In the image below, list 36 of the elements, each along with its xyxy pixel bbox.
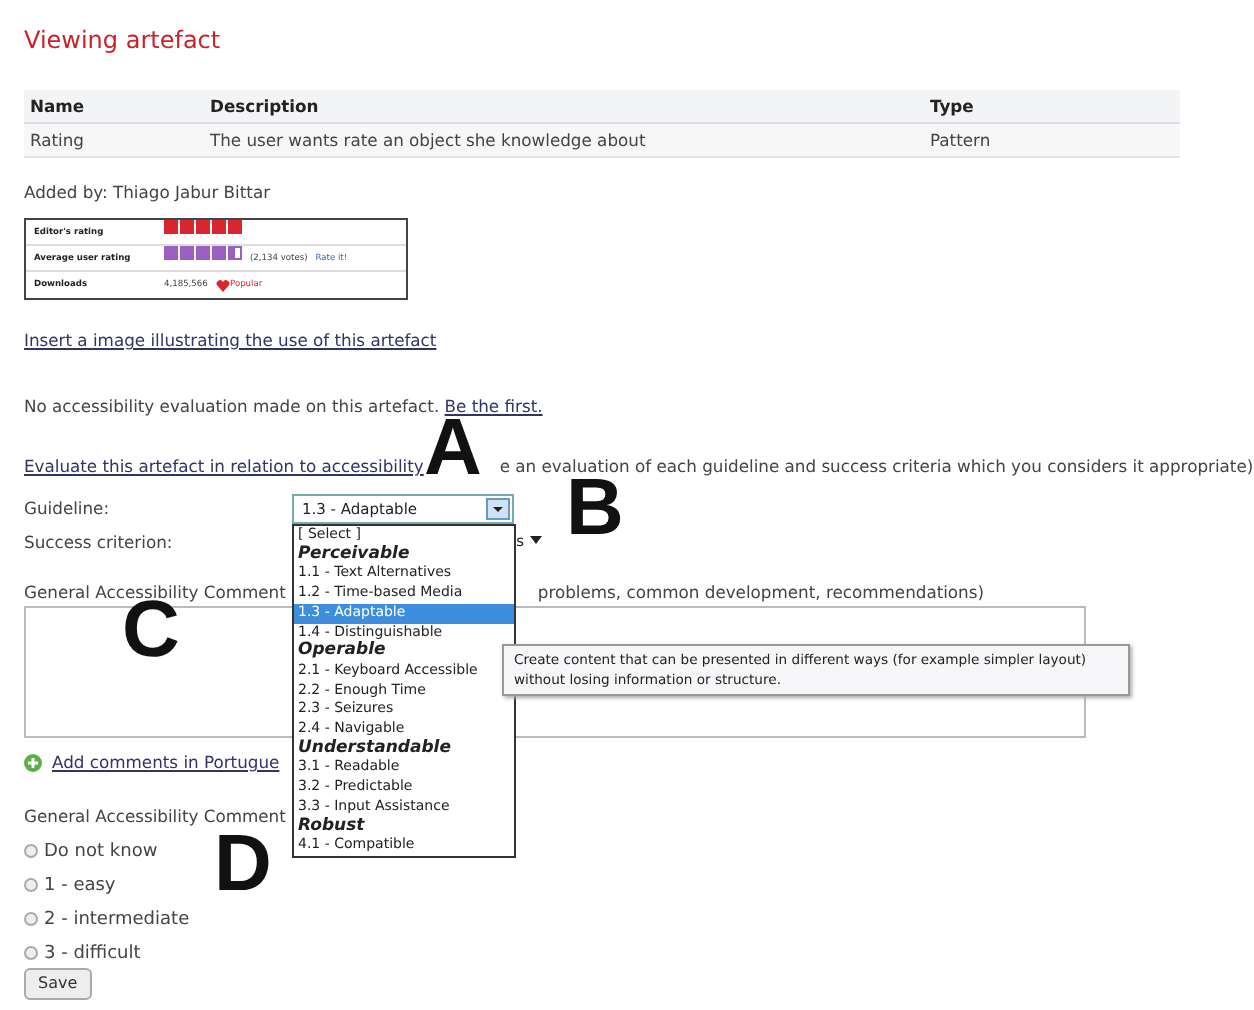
be-first-link[interactable]: Be the first. — [444, 396, 543, 416]
difficulty-label: General Accessibility Comment — [24, 806, 286, 826]
annotation-letter: A — [424, 414, 482, 482]
comment-label: General Accessibility Comment — [24, 582, 286, 602]
add-comments-link[interactable]: Add comments in Portugue — [52, 750, 280, 774]
option-group-label: Perceivable — [296, 545, 412, 565]
table-cell: Rating — [24, 123, 204, 157]
annotation-letter: C — [122, 596, 180, 664]
add-icon — [24, 753, 42, 771]
success-criterion-label: Success criterion: — [24, 532, 173, 552]
table-cell: The user wants rate an object she knowledge about — [204, 123, 924, 157]
option-group-label: Operable — [296, 642, 388, 662]
column-header: Type — [924, 90, 1180, 123]
annotation-letter: D — [214, 830, 272, 898]
caret-icon — [530, 536, 542, 544]
dropdown-toggle[interactable] — [486, 498, 510, 520]
option-group-label: Understandable — [296, 739, 453, 759]
evaluate-text: e an evaluation of each guideline and success criteria which you considers it appropriate) — [499, 456, 1254, 476]
evaluate-link[interactable]: Evaluate this artefact in relation to accessibility — [24, 456, 424, 476]
status-text: No accessibility evaluation made on this artefact. — [24, 396, 442, 416]
option-group-label: Robust — [296, 817, 367, 837]
radio-option[interactable]: 1 - easy — [24, 876, 116, 896]
column-header: Name — [24, 90, 204, 123]
heart-icon — [216, 279, 230, 291]
table-cell: Pattern — [924, 123, 1180, 157]
annotation-letter: B — [566, 474, 624, 542]
radio-option[interactable]: 2 - intermediate — [24, 910, 190, 930]
column-header: Description — [204, 90, 924, 123]
comment-label: problems, common development, recommendations) — [537, 582, 984, 602]
save-button[interactable]: Save — [24, 968, 92, 1000]
guideline-label: Guideline: — [24, 498, 110, 518]
page-title: Viewing artefact — [24, 24, 221, 56]
insert-image-link[interactable]: Insert a image illustrating the use of this artefact — [24, 330, 437, 350]
author-text: Added by: Thiago Jabur Bittar — [24, 182, 271, 202]
radio-option[interactable]: 3 - difficult — [24, 944, 141, 964]
radio-option[interactable]: Do not know — [24, 842, 158, 862]
